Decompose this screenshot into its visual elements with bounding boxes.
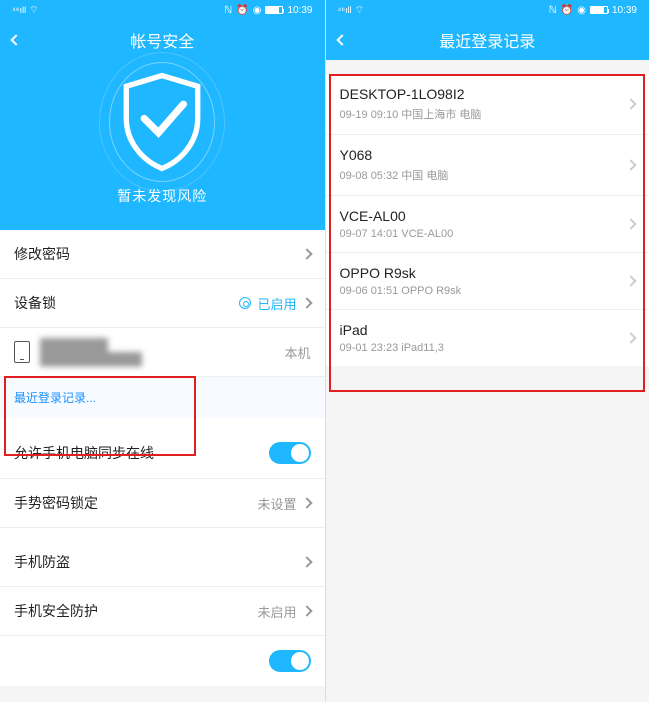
wifi-icon: ⌔ <box>29 4 38 17</box>
login-name: Y068 <box>340 147 449 163</box>
page-title: 帐号安全 <box>130 28 194 52</box>
row-label: 允许手机电脑同步在线 <box>14 443 269 463</box>
status-time: 10:39 <box>612 5 637 16</box>
alarm-icon: ⏰ <box>236 5 248 16</box>
chevron-right-icon <box>301 556 312 567</box>
chevron-right-icon <box>301 605 312 616</box>
login-row[interactable]: DESKTOP-1LO98I2 09-19 09:10 中国上海市 电脑 <box>326 74 649 135</box>
chevron-right-icon <box>301 297 312 308</box>
wifi-icon: ⌔ <box>355 4 364 17</box>
row-label: 手机安全防护 <box>14 601 257 621</box>
eye-icon: ◉ <box>253 5 262 16</box>
chevron-right-icon <box>625 159 636 170</box>
row-this-device[interactable]: ████████████████████ 本机 <box>0 328 325 377</box>
login-meta: 09-01 23:23 iPad11,3 <box>340 342 444 354</box>
back-button[interactable] <box>12 31 20 49</box>
row-recent-login-link[interactable]: 最近登录记录... <box>0 377 325 418</box>
login-row[interactable]: Y068 09-08 05:32 中国 电脑 <box>326 135 649 196</box>
chevron-right-icon <box>301 248 312 259</box>
row-label: 设备锁 <box>14 293 239 313</box>
login-row[interactable]: OPPO R9sk 09-06 01:51 OPPO R9sk <box>326 253 649 310</box>
row-change-password[interactable]: 修改密码 <box>0 230 325 279</box>
login-meta: 09-06 01:51 OPPO R9sk <box>340 285 462 297</box>
login-meta: 09-08 05:32 中国 电脑 <box>340 167 449 183</box>
row-status: 未启用 <box>257 602 296 621</box>
chevron-left-icon <box>336 34 347 45</box>
status-bar: ⁴⁶ıll ⌔ ℕ ⏰ ◉ 10:39 <box>326 0 649 20</box>
sync-toggle[interactable] <box>269 442 311 464</box>
row-phone-antitheft[interactable]: 手机防盗 <box>0 538 325 587</box>
device-name-blurred: ████████████████████ <box>40 338 142 366</box>
recent-login-link[interactable]: 最近登录记录... <box>14 391 96 405</box>
row-sync-online: 允许手机电脑同步在线 <box>0 428 325 479</box>
hero-panel: 暂未发现风险 <box>0 60 325 230</box>
signal-icon: ⁴⁶ıll <box>12 5 26 15</box>
login-meta: 09-19 09:10 中国上海市 电脑 <box>340 106 482 122</box>
status-bar: ⁴⁶ıll ⌔ ℕ ⏰ ◉ 10:39 <box>0 0 325 20</box>
nfc-icon: ℕ <box>549 5 557 16</box>
this-device-label: 本机 <box>284 343 310 362</box>
back-button[interactable] <box>338 31 346 49</box>
chevron-left-icon <box>10 34 21 45</box>
row-label: 修改密码 <box>14 244 303 264</box>
chevron-right-icon <box>625 218 636 229</box>
topbar: 最近登录记录 <box>326 20 649 60</box>
page-title: 最近登录记录 <box>439 28 535 52</box>
toggle-partial[interactable] <box>269 650 311 672</box>
row-unknown-toggle <box>0 636 325 686</box>
phone-device-icon <box>14 341 30 363</box>
login-meta: 09-07 14:01 VCE-AL00 <box>340 228 454 240</box>
login-list: DESKTOP-1LO98I2 09-19 09:10 中国上海市 电脑 Y068… <box>326 74 649 366</box>
chevron-right-icon <box>301 497 312 508</box>
battery-icon <box>590 6 608 14</box>
chevron-right-icon <box>625 275 636 286</box>
login-name: OPPO R9sk <box>340 265 462 281</box>
shield-icon <box>119 72 205 172</box>
login-row[interactable]: iPad 09-01 23:23 iPad11,3 <box>326 310 649 366</box>
login-name: iPad <box>340 322 444 338</box>
row-gesture-lock[interactable]: 手势密码锁定 未设置 <box>0 479 325 528</box>
login-name: VCE-AL00 <box>340 208 454 224</box>
nfc-icon: ℕ <box>224 5 232 16</box>
row-label: 手势密码锁定 <box>14 493 257 513</box>
row-label: 手机防盗 <box>14 552 303 572</box>
row-device-lock[interactable]: 设备锁 已启用 <box>0 279 325 328</box>
login-name: DESKTOP-1LO98I2 <box>340 86 482 102</box>
chevron-right-icon <box>625 332 636 343</box>
alarm-icon: ⏰ <box>561 5 573 16</box>
phone-left: ⁴⁶ıll ⌔ ℕ ⏰ ◉ 10:39 帐号安全 暂未发现风险 修改密码 设备锁 <box>0 0 325 702</box>
lock-icon <box>239 297 251 309</box>
phone-right: ⁴⁶ıll ⌔ ℕ ⏰ ◉ 10:39 最近登录记录 DESKTOP-1LO98… <box>325 0 649 702</box>
login-row[interactable]: VCE-AL00 09-07 14:01 VCE-AL00 <box>326 196 649 253</box>
chevron-right-icon <box>625 98 636 109</box>
status-time: 10:39 <box>287 5 312 16</box>
row-phone-security[interactable]: 手机安全防护 未启用 <box>0 587 325 636</box>
row-status: 已启用 <box>257 294 296 313</box>
battery-icon <box>265 6 283 14</box>
row-status: 未设置 <box>257 494 296 513</box>
signal-icon: ⁴⁶ıll <box>338 5 352 15</box>
eye-icon: ◉ <box>577 5 586 16</box>
